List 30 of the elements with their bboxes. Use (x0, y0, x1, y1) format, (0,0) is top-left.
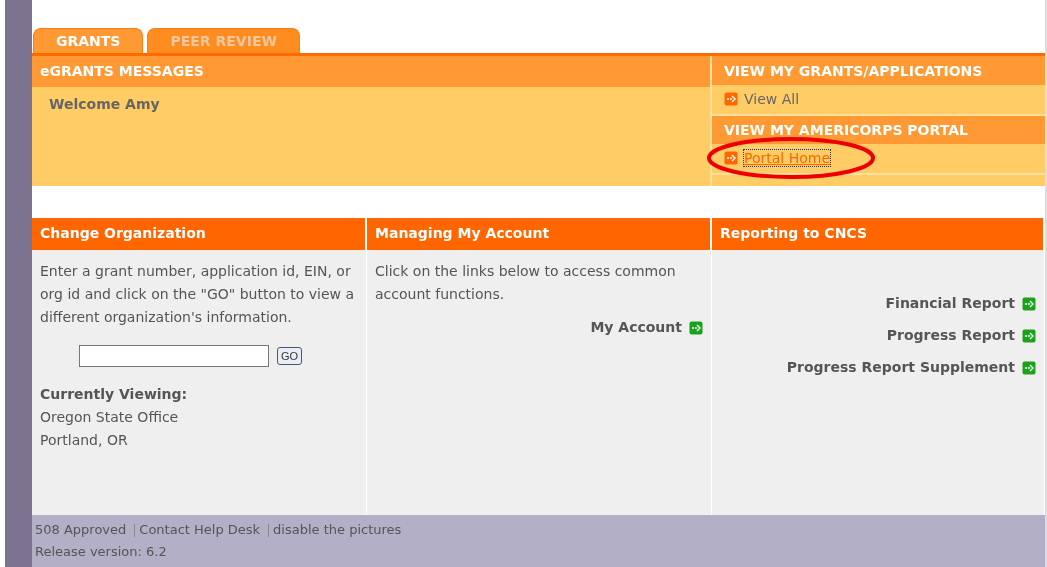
arrow-icon (724, 92, 738, 106)
footer-link[interactable]: disable the pictures (273, 519, 402, 541)
arrow-icon (1022, 328, 1036, 343)
instructions-text: Enter a grant number, application id, EIN, or org id and click on the "GO" button to view a different organization's information. (40, 262, 356, 327)
link[interactable]: Progress Report (886, 324, 1015, 347)
section-header: eGRANTS MESSAGES (32, 56, 710, 87)
arrow-icon (724, 151, 738, 165)
arrow-icon (689, 320, 703, 335)
go-button[interactable]: GO (277, 347, 303, 365)
arrow-icon (1022, 296, 1036, 311)
welcome-text: Welcome Amy (48, 95, 161, 114)
column-header: Change Organization (32, 218, 366, 250)
organization-text: Portland, OR (40, 431, 129, 450)
arrow-icon (1022, 360, 1036, 375)
link[interactable]: My Account (590, 316, 682, 339)
organization-text: Oregon State Office (40, 408, 180, 427)
release-version: Release version: 6.2 (35, 543, 168, 561)
column-header: Managing My Account (367, 218, 711, 250)
section-header: VIEW MY AMERICORPS PORTAL (712, 116, 1045, 144)
link[interactable]: View All (744, 91, 800, 107)
section-header: VIEW MY GRANTS/APPLICATIONS (712, 56, 1045, 85)
tab[interactable]: GRANTS (33, 28, 144, 53)
column-header: Reporting to CNCS (712, 218, 1044, 250)
instructions-text: Click on the links below to access common account functions. (375, 262, 677, 304)
footer-link[interactable]: Contact Help Desk (139, 519, 261, 541)
footer-link[interactable]: 508 Approved (35, 519, 127, 541)
organization-field[interactable] (79, 345, 269, 367)
link[interactable]: Financial Report (885, 292, 1015, 315)
currently-viewing-label: Currently Viewing: (40, 385, 189, 404)
link[interactable]: Progress Report Supplement (786, 356, 1015, 379)
